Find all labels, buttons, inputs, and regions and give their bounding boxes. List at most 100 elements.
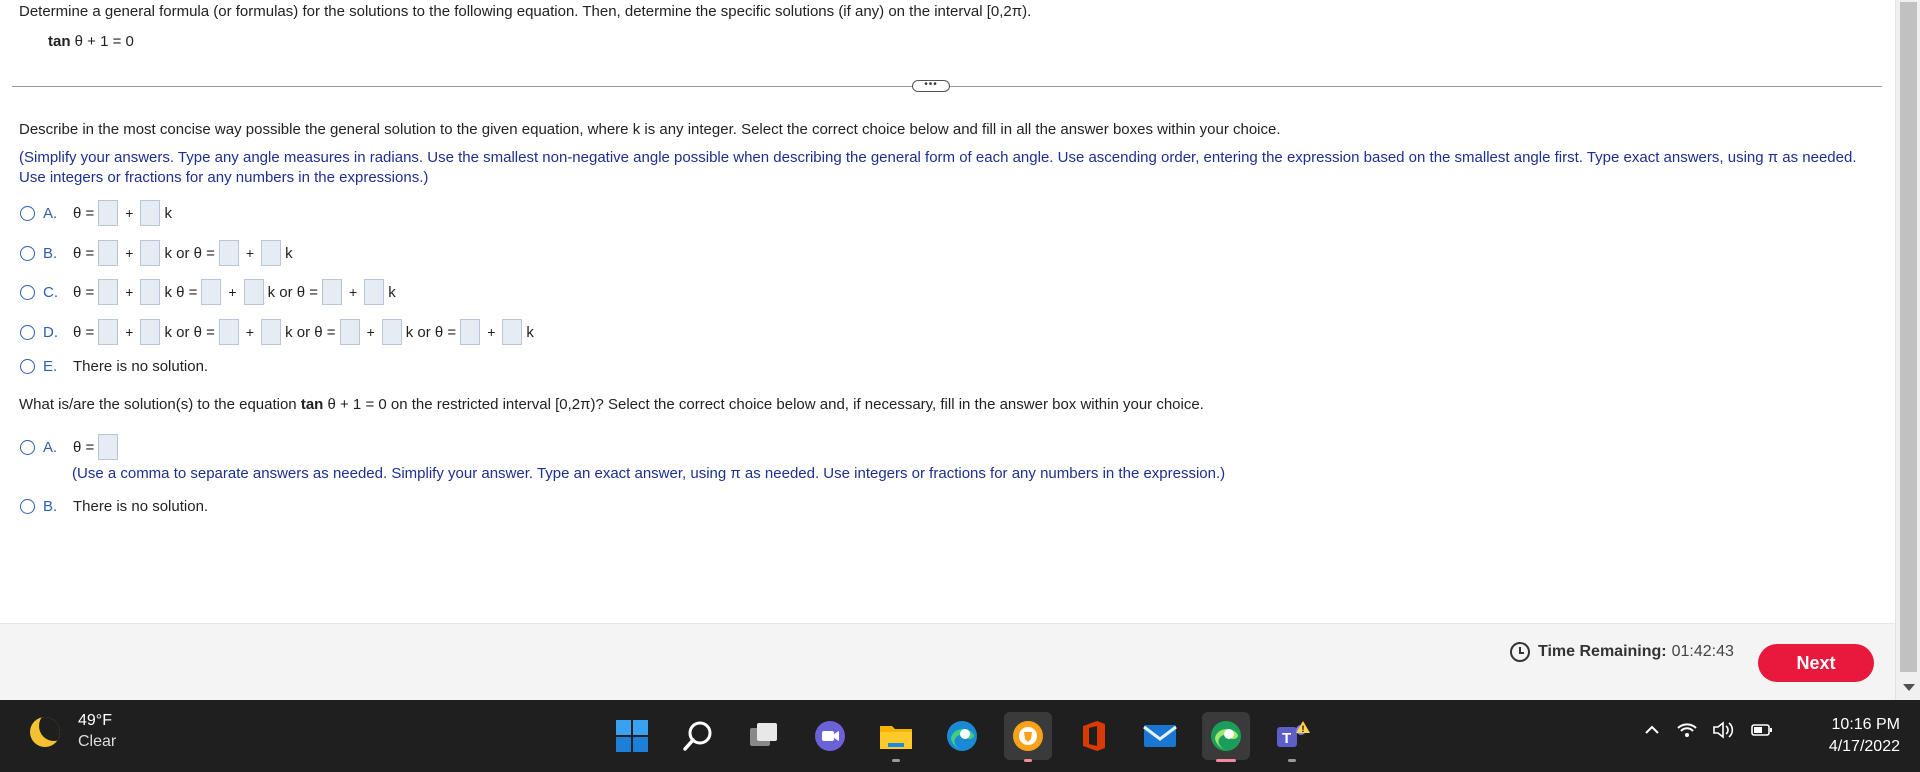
taskbar: 49°F Clear T ! 10:16 PM 4/17/2022 [0, 700, 1920, 772]
edge-dev-icon[interactable] [1202, 712, 1250, 762]
wifi-icon[interactable] [1676, 720, 1698, 740]
part2-question-pre: What is/are the solution(s) to the equat… [19, 396, 301, 413]
radio-part2-b[interactable] [20, 498, 35, 514]
choice-letter: A. [43, 204, 58, 222]
answer-box[interactable] [98, 240, 119, 266]
plus: + [125, 284, 134, 300]
plus: + [125, 324, 134, 340]
choice-letter: B. [43, 497, 58, 515]
choice-c-math: θ = + k θ = + k or θ = + k [71, 279, 398, 305]
answer-box[interactable] [261, 240, 282, 266]
choice-letter: C. [43, 283, 58, 301]
theta-eq: θ = [73, 283, 95, 301]
teams-icon[interactable]: T! [1268, 712, 1316, 762]
file-explorer-icon[interactable] [872, 712, 920, 762]
answer-box[interactable] [201, 279, 222, 305]
answer-box[interactable] [218, 319, 239, 345]
weather-condition: Clear [78, 733, 117, 750]
answer-box[interactable] [339, 319, 360, 345]
clock-icon [1510, 642, 1530, 662]
answer-box[interactable] [381, 319, 402, 345]
part1-instruction: Describe in the most concise way possibl… [19, 121, 1281, 138]
system-tray [1642, 720, 1774, 740]
system-clock[interactable]: 10:16 PM 4/17/2022 [1810, 714, 1900, 758]
choice-d-math: θ = + k or θ = + k or θ = + k or θ = + k [71, 319, 536, 345]
answer-box[interactable] [243, 279, 264, 305]
mail-icon[interactable] [1136, 712, 1184, 760]
taskbar-apps: T! [608, 712, 1316, 762]
choice-a-math: θ = + k [71, 200, 174, 226]
question-panel: Determine a general formula (or formulas… [0, 0, 1895, 623]
part2-question: What is/are the solution(s) to the equat… [19, 396, 1204, 413]
answer-box[interactable] [140, 200, 161, 226]
choice-d[interactable]: D. θ = + k or θ = + k or θ = + k or θ = … [20, 319, 536, 345]
volume-icon[interactable] [1712, 720, 1736, 740]
choice-e[interactable]: E. There is no solution. [20, 353, 210, 379]
search-icon[interactable] [674, 712, 722, 760]
expand-more-button[interactable]: ••• [912, 80, 950, 92]
radio-a[interactable] [20, 205, 35, 221]
next-button[interactable]: Next [1758, 644, 1874, 682]
part2-choice-b[interactable]: B. There is no solution. [20, 493, 210, 519]
scrollbar-thumb[interactable] [1900, 2, 1917, 672]
theta-eq: θ = [73, 204, 95, 222]
answer-box[interactable] [98, 279, 119, 305]
part1-hint: (Simplify your answers. Type any angle m… [19, 149, 1857, 186]
windows-start-icon[interactable] [608, 712, 656, 760]
choice-letter: B. [43, 244, 58, 262]
theta-eq: θ = [73, 244, 95, 262]
k-or-theta: k or θ = [164, 244, 215, 262]
answer-box[interactable] [261, 319, 282, 345]
answer-box[interactable] [140, 240, 161, 266]
scroll-down-icon[interactable] [1903, 684, 1915, 691]
choice-c[interactable]: C. θ = + k θ = + k or θ = + k [20, 279, 398, 305]
footer-bar: Time Remaining: 01:42:43 Next [0, 623, 1895, 700]
choice-a[interactable]: A. θ = + k [20, 200, 174, 226]
k: k [164, 204, 172, 222]
answer-box[interactable] [140, 279, 161, 305]
equation: tan θ + 1 = 0 [48, 33, 134, 50]
brave-icon[interactable] [1004, 712, 1052, 762]
theta-eq: θ = [73, 438, 95, 456]
weather-widget[interactable]: 49°F Clear [30, 712, 116, 751]
equation-func: tan [48, 33, 71, 50]
part2-choice-a[interactable]: A. θ = [20, 434, 120, 460]
radio-part2-a[interactable] [20, 439, 35, 455]
choice-letter: E. [43, 357, 58, 375]
answer-box[interactable] [98, 434, 119, 460]
battery-icon[interactable] [1750, 720, 1774, 740]
radio-d[interactable] [20, 324, 35, 340]
k-or-theta: k or θ = [285, 323, 336, 341]
vertical-scrollbar[interactable] [1895, 0, 1920, 700]
answer-box[interactable] [460, 319, 481, 345]
chevron-up-icon[interactable] [1642, 720, 1662, 740]
plus: + [349, 284, 358, 300]
plus: + [125, 245, 134, 261]
choice-b[interactable]: B. θ = + k or θ = + k [20, 240, 295, 266]
radio-b[interactable] [20, 245, 35, 261]
part2-question-func: tan [300, 396, 324, 413]
chat-icon[interactable] [806, 712, 854, 760]
radio-c[interactable] [20, 284, 35, 300]
part2-question-post: θ + 1 = 0 on the restricted interval [0,… [323, 396, 1204, 413]
svg-text:!: ! [1302, 724, 1305, 734]
moon-icon [30, 716, 60, 747]
answer-box[interactable] [502, 319, 523, 345]
answer-box[interactable] [218, 240, 239, 266]
answer-box[interactable] [98, 319, 119, 345]
choice-b-math: θ = + k or θ = + k [71, 240, 295, 266]
office-icon[interactable] [1070, 712, 1118, 760]
timer-value: 01:42:43 [1671, 643, 1734, 660]
time-remaining: Time Remaining: 01:42:43 [1510, 642, 1734, 662]
answer-box[interactable] [98, 200, 119, 226]
edge-icon[interactable] [938, 712, 986, 760]
answer-box[interactable] [322, 279, 343, 305]
answer-box[interactable] [140, 319, 161, 345]
clock-date: 4/17/2022 [1828, 738, 1900, 755]
task-view-icon[interactable] [740, 712, 788, 760]
plus: + [245, 324, 255, 340]
answer-box[interactable] [364, 279, 385, 305]
radio-e[interactable] [20, 358, 35, 374]
part2-hint: (Use a comma to separate answers as need… [72, 465, 1226, 482]
running-indicator [1024, 759, 1032, 762]
